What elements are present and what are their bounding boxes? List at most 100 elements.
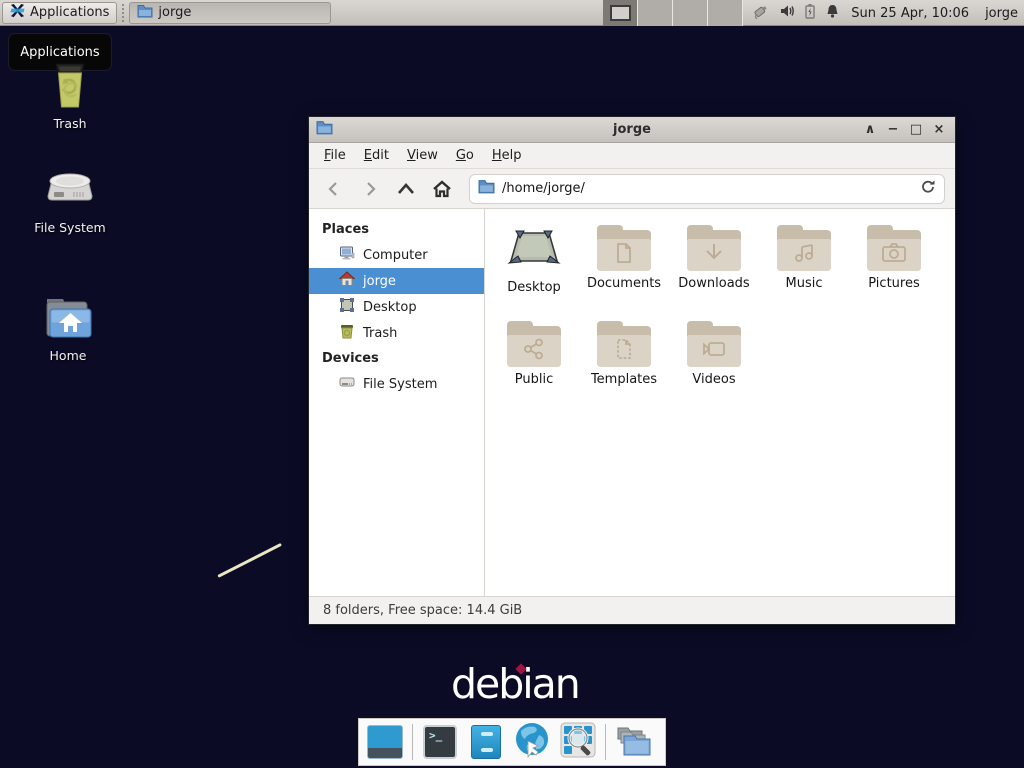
close-button[interactable]: ×: [931, 122, 947, 137]
file-manager-launcher[interactable]: [467, 723, 505, 761]
app-finder-launcher[interactable]: [559, 723, 597, 761]
debian-logo: debian: [451, 660, 575, 706]
taskbar-window-button[interactable]: jorge: [129, 2, 331, 24]
music-notes-icon: [792, 241, 816, 269]
desktop-icon-home[interactable]: Home: [13, 296, 123, 363]
trash-icon: [339, 323, 355, 343]
menu-edit[interactable]: Edit: [355, 145, 398, 166]
desktop-icon-label: Home: [13, 348, 123, 363]
folder-item-music[interactable]: Music: [759, 221, 849, 317]
hard-drive-icon: [46, 201, 94, 216]
minimize-button[interactable]: −: [885, 122, 901, 137]
terminal-launcher[interactable]: >_: [421, 723, 459, 761]
folder-item-pictures[interactable]: Pictures: [849, 221, 939, 317]
removable-media-icon[interactable]: [752, 3, 770, 23]
desktop-icon: [339, 297, 355, 317]
dock-panel: >_: [358, 718, 666, 766]
globe-browser-icon: [513, 721, 551, 763]
clock[interactable]: Sun 25 Apr, 10:06: [851, 6, 969, 21]
video-camera-icon: [701, 339, 727, 363]
menu-file[interactable]: File: [315, 145, 355, 166]
toolbar: /home/jorge/: [309, 169, 955, 209]
menu-help[interactable]: Help: [483, 145, 531, 166]
sidebar-item-label: Computer: [363, 248, 428, 263]
panel-drag-handle[interactable]: [120, 3, 126, 23]
sidebar-item-computer[interactable]: Computer: [309, 242, 484, 268]
folder-label: Downloads: [678, 276, 749, 291]
folder-icon: [867, 225, 921, 271]
screen-artifact-line: [217, 543, 282, 578]
dock-separator: [412, 724, 413, 760]
folder-item-public[interactable]: Public: [489, 317, 579, 413]
notifications-icon[interactable]: [825, 3, 840, 23]
window-folder-icon: [316, 120, 333, 139]
folder-item-videos[interactable]: Videos: [669, 317, 759, 413]
sidebar-item-filesystem[interactable]: File System: [309, 371, 484, 397]
back-button[interactable]: [317, 174, 351, 204]
folder-icon: [777, 225, 831, 271]
applications-menu-button[interactable]: Applications: [2, 2, 117, 24]
folder-icon: [597, 321, 651, 367]
menu-go[interactable]: Go: [447, 145, 483, 166]
folder-view[interactable]: Desktop: [485, 209, 955, 596]
workspace-1[interactable]: [603, 0, 638, 26]
window-body: Places Computer: [309, 209, 955, 596]
folders-stack-icon: [614, 722, 652, 762]
workspace-4[interactable]: [708, 0, 743, 26]
forward-button[interactable]: [353, 174, 387, 204]
share-icon: [522, 337, 546, 365]
web-browser-launcher[interactable]: [513, 723, 551, 761]
debian-logo-text: debian: [451, 660, 579, 708]
desktop-screen: Applications jorge: [0, 0, 1024, 768]
menubar: File Edit View Go Help: [309, 143, 955, 169]
path-text[interactable]: /home/jorge/: [502, 181, 913, 196]
maximize-button[interactable]: □: [908, 122, 924, 137]
location-bar[interactable]: /home/jorge/: [469, 174, 945, 204]
statusbar-text: 8 folders, Free space: 14.4 GiB: [323, 603, 522, 618]
home-folder-icon: [43, 329, 93, 344]
folder-item-documents[interactable]: Documents: [579, 221, 669, 317]
titlebar[interactable]: jorge ∧ − □ ×: [309, 117, 955, 143]
file-cabinet-icon: [471, 725, 501, 759]
sidebar-item-label: Trash: [363, 326, 397, 341]
folder-icon: [687, 321, 741, 367]
directories-launcher[interactable]: [614, 723, 652, 761]
up-button[interactable]: [389, 174, 423, 204]
trash-icon: [47, 97, 93, 112]
show-desktop-button[interactable]: [366, 723, 404, 761]
user-menu[interactable]: jorge: [985, 6, 1018, 21]
home-icon: [339, 271, 355, 291]
desktop-icon-label: Trash: [15, 116, 125, 131]
folder-item-desktop[interactable]: Desktop: [489, 221, 579, 317]
menu-view[interactable]: View: [398, 145, 447, 166]
places-header: Places: [309, 217, 484, 242]
battery-icon[interactable]: [804, 3, 816, 23]
dock-separator: [605, 724, 606, 760]
desktop-icon-filesystem[interactable]: File System: [15, 170, 125, 235]
window-folder-icon: [137, 4, 153, 22]
sidebar-item-trash[interactable]: Trash: [309, 320, 484, 346]
desktop-icon-label: File System: [15, 220, 125, 235]
sidebar-item-desktop[interactable]: Desktop: [309, 294, 484, 320]
folder-label: Desktop: [507, 280, 561, 295]
workspace-3[interactable]: [673, 0, 708, 26]
reload-button[interactable]: [920, 179, 936, 199]
sidebar-item-jorge[interactable]: jorge: [309, 268, 484, 294]
app-finder-icon: [559, 721, 597, 763]
window-controls: ∧ − □ ×: [862, 122, 955, 137]
volume-icon[interactable]: [779, 3, 795, 23]
shade-button[interactable]: ∧: [862, 122, 878, 137]
devices-header: Devices: [309, 346, 484, 371]
applications-menu-label: Applications: [30, 5, 109, 20]
window-title: jorge: [309, 122, 955, 137]
top-panel: Applications jorge: [0, 0, 1024, 26]
home-button[interactable]: [425, 174, 459, 204]
sidebar-item-label: Desktop: [363, 300, 417, 315]
folder-item-templates[interactable]: Templates: [579, 317, 669, 413]
workspace-2[interactable]: [638, 0, 673, 26]
workspace-switcher[interactable]: [603, 0, 743, 26]
statusbar: 8 folders, Free space: 14.4 GiB: [309, 596, 955, 624]
tooltip-text: Applications: [20, 45, 99, 60]
desktop-icon-trash[interactable]: Trash: [15, 62, 125, 131]
folder-item-downloads[interactable]: Downloads: [669, 221, 759, 317]
